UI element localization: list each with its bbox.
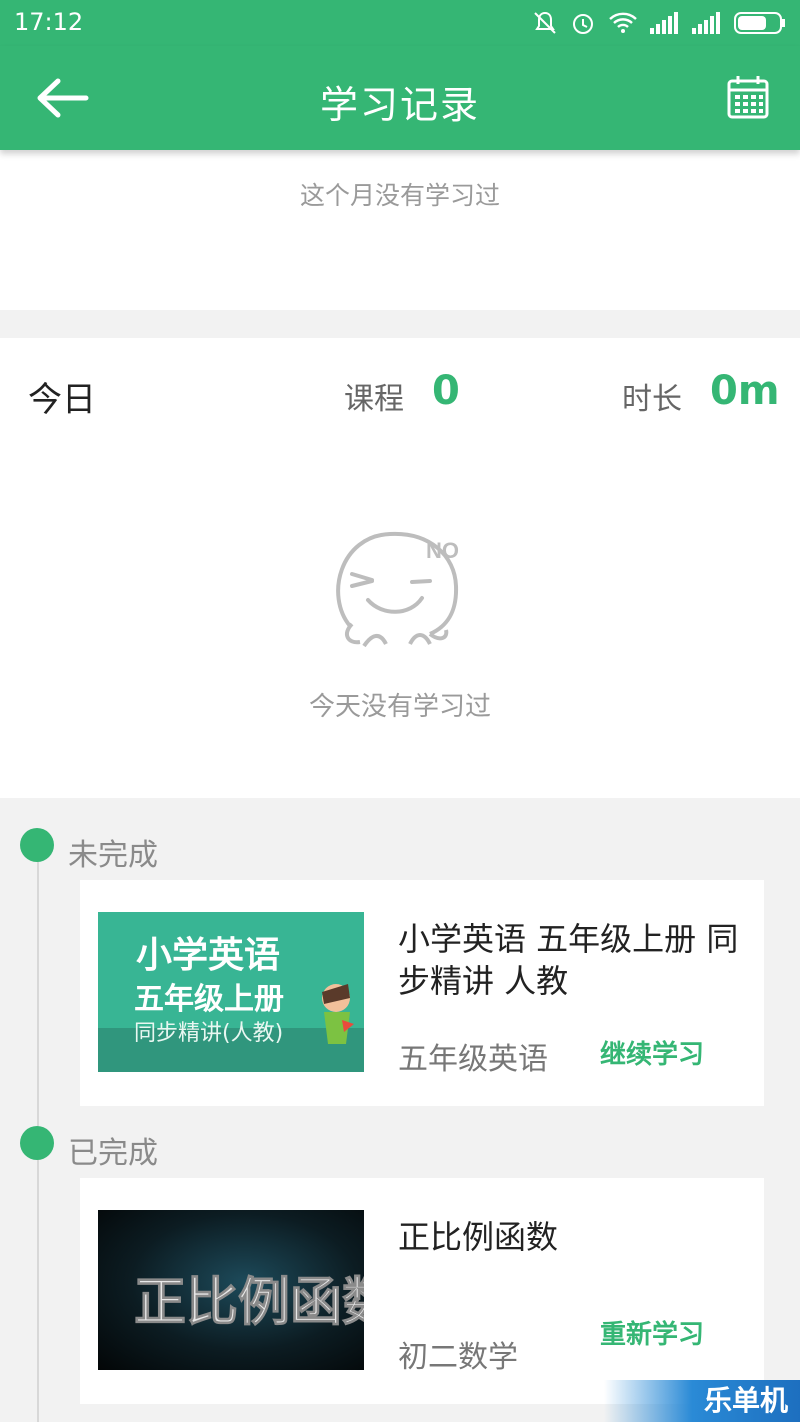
signal-icon (692, 12, 720, 34)
thumb-text: 正比例函数 (134, 1273, 364, 1333)
thumb-line-3: 同步精讲(人教) (134, 1021, 283, 1046)
course-card[interactable]: 小学英语 五年级上册 同步精讲(人教) 小学英语 五年级上册 同步精讲 人教 五… (80, 880, 764, 1106)
status-icons (532, 8, 786, 38)
thumb-line-1: 小学英语 (136, 934, 280, 976)
battery-icon (734, 12, 785, 34)
section-label-complete: 已完成 (68, 1136, 158, 1171)
course-thumbnail: 正比例函数 (98, 1210, 364, 1370)
course-title: 小学英语 五年级上册 同步精讲 人教 (398, 920, 739, 1000)
duration-value: 0m (710, 368, 780, 414)
course-count-label: 课程 (344, 382, 404, 417)
today-panel: 今日 课程 0 时长 0m NO 今天没有学习过 (0, 338, 800, 798)
empty-face-text: NO (426, 538, 459, 563)
month-empty-text: 这个月没有学习过 (299, 181, 500, 210)
month-summary-panel: 这个月没有学习过 (0, 150, 800, 310)
app-bar: 学习记录 (0, 46, 800, 150)
calendar-icon[interactable] (726, 74, 770, 120)
course-subject: 初二数学 (398, 1340, 518, 1375)
empty-face-icon: NO (336, 531, 459, 648)
status-time: 17:12 (14, 8, 84, 36)
alarm-icon (573, 14, 593, 34)
timeline-dot (20, 828, 54, 862)
page-title: 学习记录 (319, 83, 480, 127)
duration-label: 时长 (622, 382, 682, 417)
today-empty-text: 今天没有学习过 (308, 692, 491, 722)
wifi-icon (609, 12, 637, 33)
watermark: 乐单机 (604, 1380, 800, 1422)
timeline-dot (20, 1126, 54, 1160)
course-thumbnail: 小学英语 五年级上册 同步精讲(人教) (98, 912, 364, 1072)
continue-learning-button[interactable]: 继续学习 (600, 1034, 704, 1071)
signal-icon (650, 12, 678, 34)
status-bar: 17:12 (0, 0, 800, 46)
thumb-line-2: 五年级上册 (134, 982, 284, 1017)
course-count-value: 0 (432, 368, 460, 414)
restart-learning-button[interactable]: 重新学习 (600, 1314, 704, 1351)
course-title: 正比例函数 (398, 1218, 559, 1256)
course-subject: 五年级英语 (398, 1042, 548, 1077)
course-card[interactable]: 正比例函数 正比例函数 初二数学 重新学习 (80, 1178, 764, 1404)
mute-bell-icon (534, 11, 556, 34)
today-label: 今日 (28, 380, 96, 420)
section-label-incomplete: 未完成 (68, 838, 158, 873)
